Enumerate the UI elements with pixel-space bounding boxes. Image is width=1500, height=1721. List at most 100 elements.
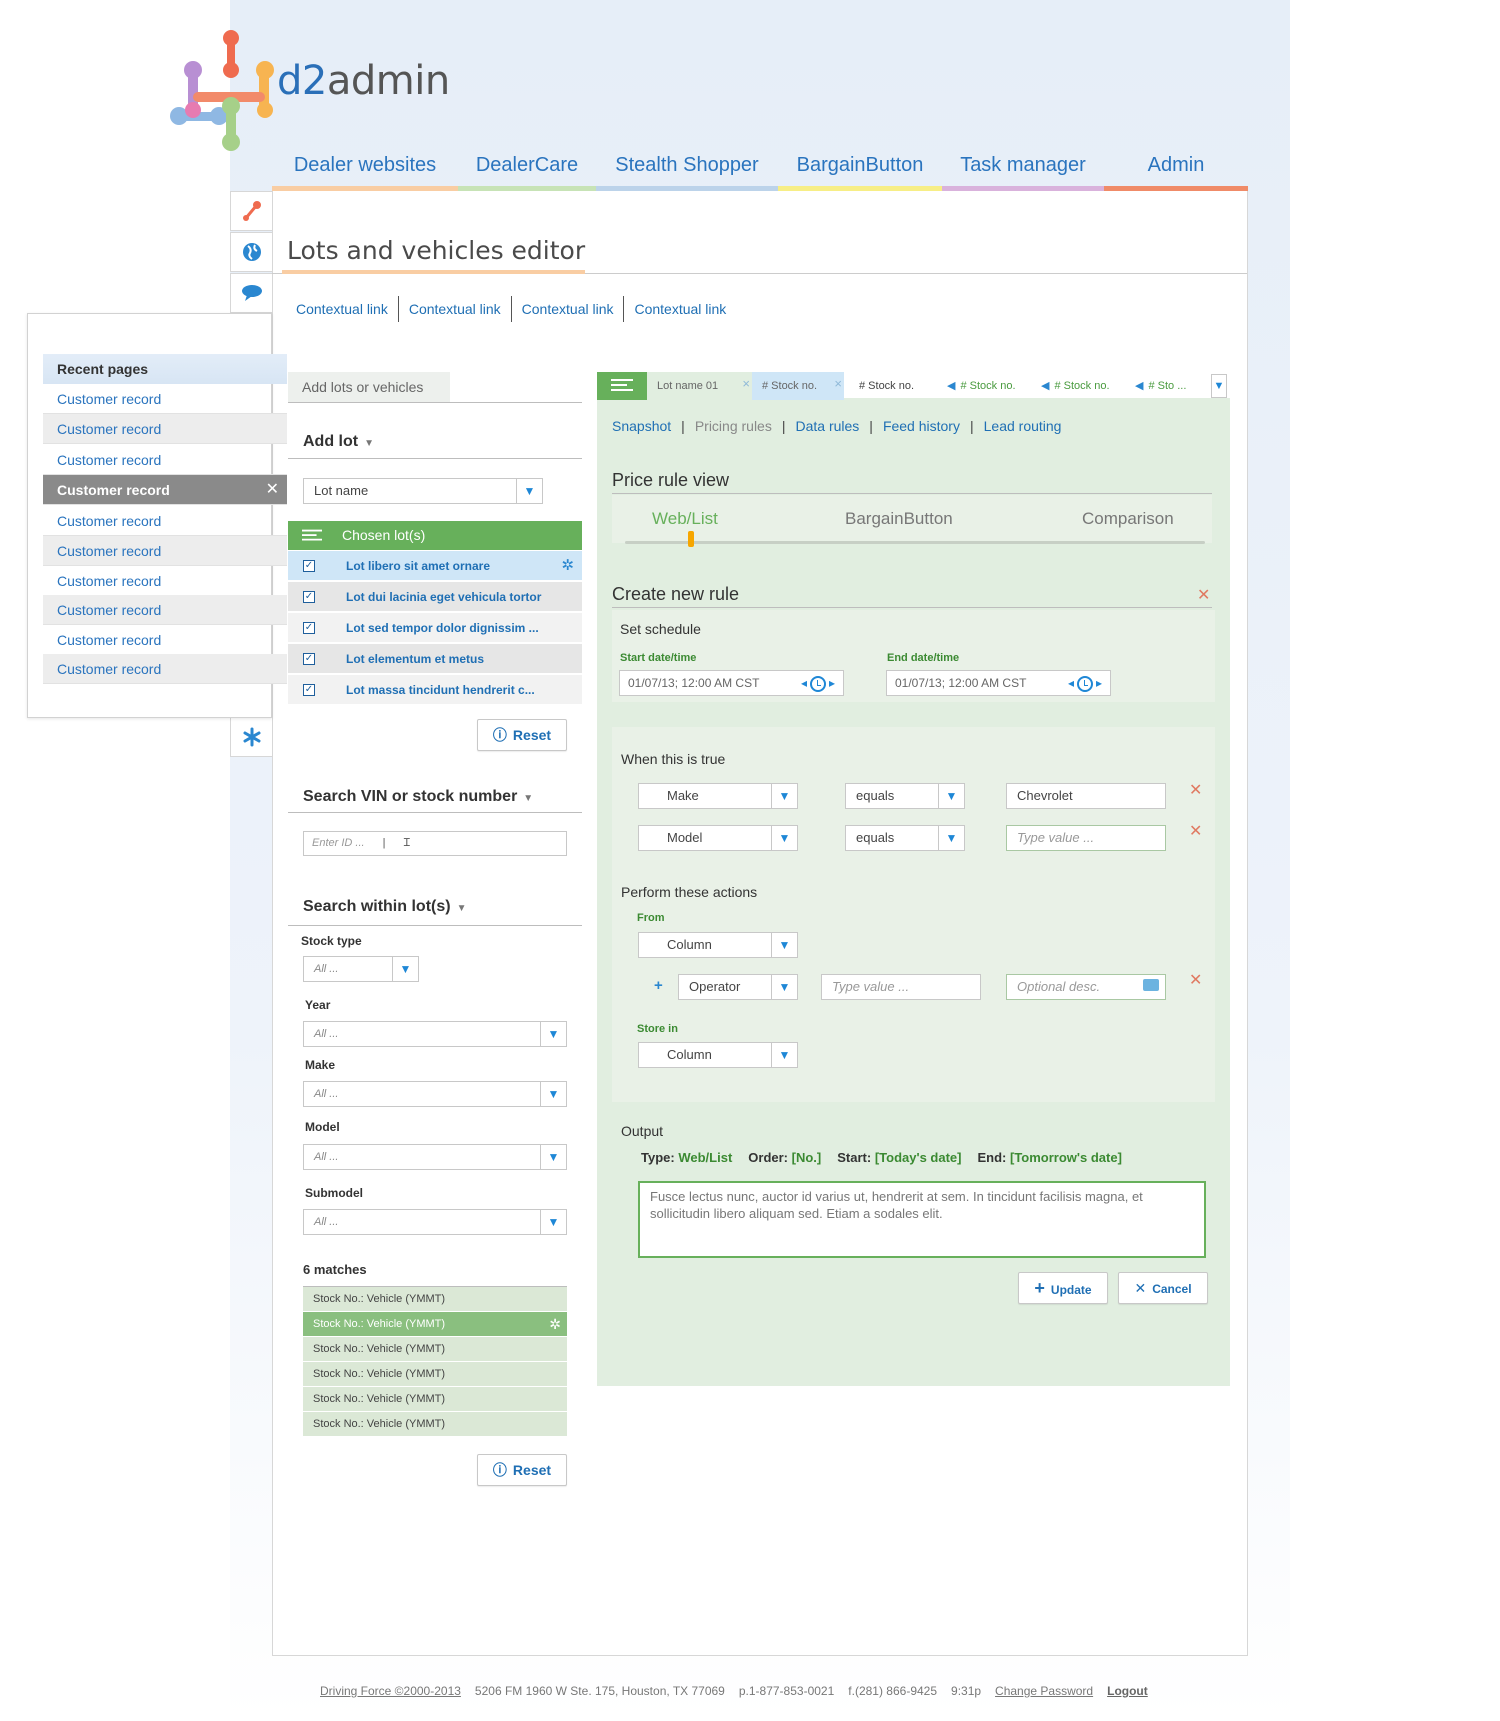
tab-stock[interactable]: # Stock no. xyxy=(849,372,941,400)
copyright-link[interactable]: Driving Force ©2000-2013 xyxy=(320,1684,461,1698)
subnav-data-rules[interactable]: Data rules xyxy=(795,418,859,434)
subnav-snapshot[interactable]: Snapshot xyxy=(612,418,671,434)
tab-stock[interactable]: ◀ # Stock no. xyxy=(937,372,1029,400)
close-icon[interactable]: × xyxy=(742,370,750,398)
subnav-lead-routing[interactable]: Lead routing xyxy=(984,418,1062,434)
close-icon[interactable]: ✕ xyxy=(1197,585,1210,605)
reset-button[interactable]: ⓘ Reset xyxy=(477,1454,567,1486)
price-view-slider-track[interactable] xyxy=(625,541,1205,544)
start-date-input[interactable]: 01/07/13; 12:00 AM CST ◂ ▸ xyxy=(619,670,844,696)
price-tab-web-list[interactable]: Web/List xyxy=(652,509,718,529)
checkbox[interactable]: ✓ xyxy=(303,684,315,696)
nav-admin[interactable]: Admin xyxy=(1104,148,1248,191)
chosen-lot-row[interactable]: ✓ Lot elementum et metus xyxy=(288,644,582,674)
remove-action-icon[interactable]: ✕ xyxy=(1189,970,1202,990)
nav-stealth-shopper[interactable]: Stealth Shopper xyxy=(596,148,778,191)
gear-icon[interactable]: ✲ xyxy=(561,551,574,581)
contextual-link[interactable]: Contextual link xyxy=(296,296,398,322)
end-date-input[interactable]: 01/07/13; 12:00 AM CST ◂ ▸ xyxy=(886,670,1111,696)
chosen-lot-row[interactable]: ✓ Lot dui lacinia eget vehicula tortor xyxy=(288,582,582,612)
match-row[interactable]: Stock No.: Vehicle (YMMT) xyxy=(303,1362,567,1387)
make-select[interactable]: All ... ▼ xyxy=(303,1081,567,1107)
logo[interactable]: d2admin xyxy=(165,28,450,153)
model-select[interactable]: All ... ▼ xyxy=(303,1144,567,1170)
match-row[interactable]: Stock No.: Vehicle (YMMT) xyxy=(303,1337,567,1362)
checkbox[interactable]: ✓ xyxy=(303,622,315,634)
chosen-lot-row[interactable]: ✓ Lot sed tempor dolor dignissim ... xyxy=(288,613,582,643)
add-action-icon[interactable]: + xyxy=(654,977,663,994)
contextual-link[interactable]: Contextual link xyxy=(623,296,736,322)
contextual-link[interactable]: Contextual link xyxy=(510,296,624,322)
nav-bargainbutton[interactable]: BargainButton xyxy=(778,148,942,191)
recent-page-item[interactable]: Customer record xyxy=(43,625,287,655)
nav-dealercare[interactable]: DealerCare xyxy=(458,148,596,191)
output-textarea[interactable]: Fusce lectus nunc, auctor id varius ut, … xyxy=(638,1181,1206,1258)
tab-lot-name[interactable]: Lot name 01 × xyxy=(647,372,752,400)
logout-link[interactable]: Logout xyxy=(1107,1684,1148,1698)
nav-dealer-websites[interactable]: Dealer websites xyxy=(272,148,458,191)
match-row-selected[interactable]: Stock No.: Vehicle (YMMT) ✲ xyxy=(303,1312,567,1337)
subnav-pricing-rules[interactable]: Pricing rules xyxy=(695,418,772,434)
tab-stock[interactable]: ◀ # Sto ... xyxy=(1125,372,1205,400)
add-lot-heading[interactable]: Add lot ▼ xyxy=(303,433,374,451)
price-view-slider-handle[interactable] xyxy=(688,531,694,547)
side-tab-favorites[interactable] xyxy=(230,717,272,757)
store-column-select[interactable]: Column ▼ xyxy=(638,1042,798,1068)
side-tab-globe[interactable] xyxy=(230,232,272,272)
close-icon[interactable]: ✕ xyxy=(266,475,279,505)
reset-button[interactable]: ⓘ Reset xyxy=(477,719,567,751)
search-vin-input[interactable]: Enter ID ... | Ɪ xyxy=(303,831,567,856)
side-tab-tools[interactable] xyxy=(230,191,272,231)
tab-menu-button[interactable] xyxy=(597,372,647,400)
close-icon[interactable]: × xyxy=(834,370,842,398)
stock-type-select[interactable]: All ... ▼ xyxy=(303,956,419,982)
gear-icon[interactable]: ✲ xyxy=(549,1312,561,1337)
search-within-heading[interactable]: Search within lot(s) ▼ xyxy=(303,898,466,916)
subnav-feed-history[interactable]: Feed history xyxy=(883,418,960,434)
checkbox[interactable]: ✓ xyxy=(303,591,315,603)
lot-name-select[interactable]: Lot name ▼ xyxy=(303,478,543,504)
condition-field-select[interactable]: Make ▼ xyxy=(638,783,798,809)
side-tab-messages[interactable] xyxy=(230,273,272,313)
from-column-select[interactable]: Column ▼ xyxy=(638,932,798,958)
match-row[interactable]: Stock No.: Vehicle (YMMT) xyxy=(303,1412,567,1437)
condition-field-select[interactable]: Model ▼ xyxy=(638,825,798,851)
recent-page-item[interactable]: Customer record xyxy=(43,414,287,444)
time-picker-control[interactable]: ◂ ▸ xyxy=(1068,671,1102,695)
year-select[interactable]: All ... ▼ xyxy=(303,1021,567,1047)
submodel-select[interactable]: All ... ▼ xyxy=(303,1209,567,1235)
recent-page-item[interactable]: Customer record xyxy=(43,506,287,536)
operator-select[interactable]: Operator ▼ xyxy=(678,974,798,1000)
cancel-button[interactable]: ✕ Cancel xyxy=(1118,1272,1208,1304)
update-button[interactable]: + Update xyxy=(1018,1272,1108,1304)
recent-page-item[interactable]: Customer record xyxy=(43,654,287,684)
recent-page-item[interactable]: Customer record xyxy=(43,384,287,414)
recent-page-item[interactable]: Customer record xyxy=(43,595,287,625)
search-vin-heading[interactable]: Search VIN or stock number ▼ xyxy=(303,788,533,806)
remove-condition-icon[interactable]: ✕ xyxy=(1189,821,1202,841)
checkbox[interactable]: ✓ xyxy=(303,653,315,665)
tab-stock[interactable]: ◀ # Stock no. xyxy=(1031,372,1123,400)
recent-page-item[interactable]: Customer record xyxy=(43,566,287,596)
tab-overflow-dropdown[interactable]: ▼ xyxy=(1211,374,1227,398)
nav-task-manager[interactable]: Task manager xyxy=(942,148,1104,191)
condition-value-input[interactable]: Chevrolet xyxy=(1006,783,1166,809)
contextual-link[interactable]: Contextual link xyxy=(397,296,511,322)
condition-value-input[interactable]: Type value ... xyxy=(1006,825,1166,851)
recent-page-item-active[interactable]: Customer record ✕ xyxy=(43,475,287,505)
checkbox[interactable]: ✓ xyxy=(303,560,315,572)
recent-page-item[interactable]: Customer record xyxy=(43,445,287,475)
condition-operator-select[interactable]: equals ▼ xyxy=(845,825,965,851)
time-picker-control[interactable]: ◂ ▸ xyxy=(801,671,835,695)
condition-operator-select[interactable]: equals ▼ xyxy=(845,783,965,809)
add-lots-tab[interactable]: Add lots or vehicles xyxy=(288,372,450,402)
price-tab-comparison[interactable]: Comparison xyxy=(1082,509,1174,529)
chosen-lot-row[interactable]: ✓ Lot massa tincidunt hendrerit c... xyxy=(288,675,582,705)
action-value-input[interactable]: Type value ... xyxy=(821,974,981,1000)
match-row[interactable]: Stock No.: Vehicle (YMMT) xyxy=(303,1287,567,1312)
change-password-link[interactable]: Change Password xyxy=(995,1684,1093,1698)
recent-page-item[interactable]: Customer record xyxy=(43,536,287,566)
chosen-lot-row[interactable]: ✓ Lot libero sit amet ornare ✲ xyxy=(288,551,582,581)
optional-desc-input[interactable]: Optional desc. xyxy=(1006,974,1166,1000)
match-row[interactable]: Stock No.: Vehicle (YMMT) xyxy=(303,1387,567,1412)
